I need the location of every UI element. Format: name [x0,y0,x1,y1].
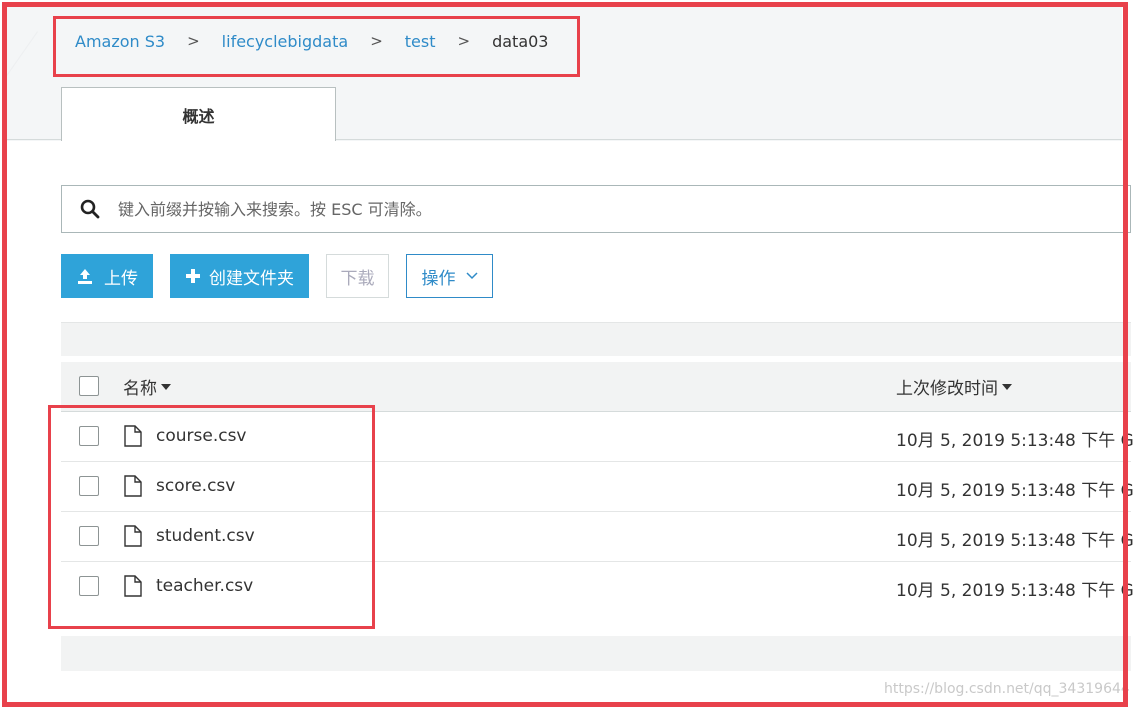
watermark: https://blog.csdn.net/qq_34319644 [884,681,1130,697]
select-all-checkbox[interactable] [79,376,99,396]
file-list-highlight [48,405,375,629]
file-modified-date: 10月 5, 2019 5:13:48 下午 GMT [896,431,1134,451]
breadcrumb-separator: > [187,32,200,50]
sort-down-icon [1002,383,1012,390]
column-modified-label: 上次修改时间 [896,379,998,399]
download-label: 下载 [340,268,375,289]
file-modified-date: 10月 5, 2019 5:13:48 下午 GMT [896,581,1134,601]
table-footer-strip [61,636,1131,671]
column-header-name[interactable]: 名称 [123,374,171,399]
column-name-label: 名称 [123,379,157,399]
plus-icon [185,268,201,284]
chevron-down-icon [465,272,478,280]
upload-label: 上传 [104,268,138,289]
breadcrumb-item-test[interactable]: test [405,32,436,51]
file-modified-date: 10月 5, 2019 5:13:48 下午 GMT [896,531,1134,551]
download-button[interactable]: 下载 [326,254,389,298]
breadcrumb-item-bucket[interactable]: lifecyclebigdata [222,32,349,51]
table-toolbar-strip [61,322,1131,356]
sort-down-icon [161,383,171,390]
breadcrumb-current: data03 [492,31,549,51]
tab-overview[interactable]: 概述 [61,87,336,141]
breadcrumb-separator: > [370,32,383,50]
actions-label: 操作 [421,268,456,289]
upload-icon [76,267,94,285]
create-folder-label: 创建文件夹 [209,268,294,289]
breadcrumb-item-s3[interactable]: Amazon S3 [75,32,165,51]
breadcrumb-separator: > [457,32,471,50]
breadcrumb: Amazon S3 > lifecyclebigdata > test > da… [75,30,548,52]
create-folder-button[interactable]: 创建文件夹 [170,254,309,298]
search-icon [62,199,118,219]
search-input[interactable] [118,199,1018,219]
actions-dropdown[interactable]: 操作 [406,254,493,298]
search-bar [61,185,1131,233]
column-header-modified[interactable]: 上次修改时间 [896,374,1012,399]
file-modified-date: 10月 5, 2019 5:13:48 下午 GMT [896,481,1134,501]
upload-button[interactable]: 上传 [61,254,153,298]
